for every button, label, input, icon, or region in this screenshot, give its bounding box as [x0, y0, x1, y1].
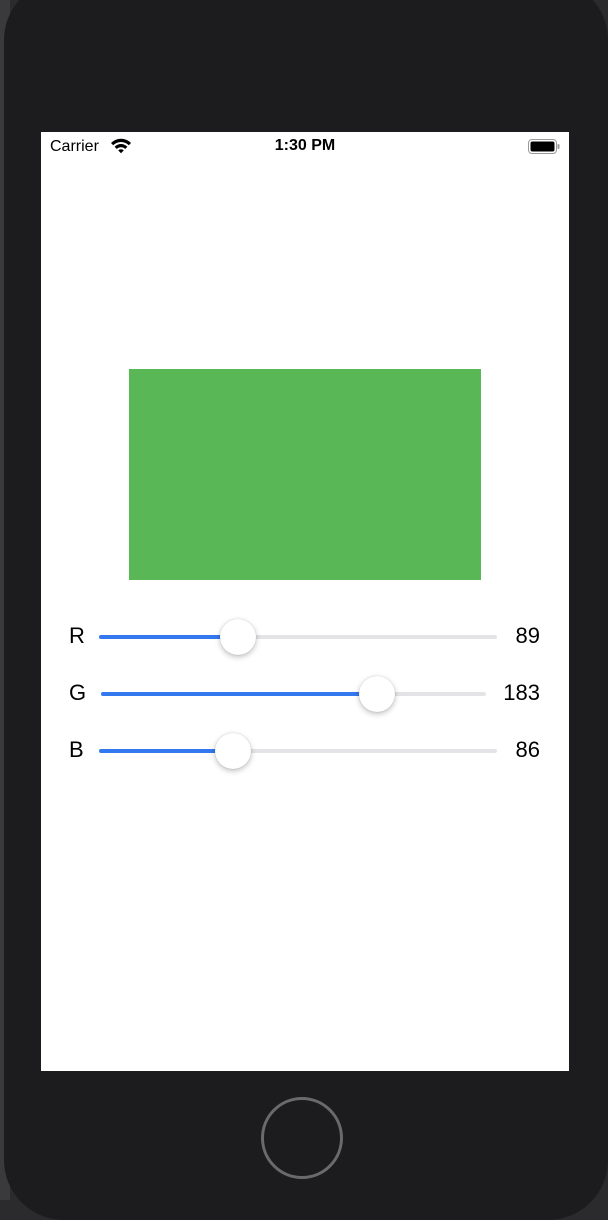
green-label: G	[69, 680, 87, 705]
green-slider-thumb[interactable]	[359, 676, 396, 712]
red-slider[interactable]	[99, 619, 497, 655]
color-preview	[129, 369, 481, 580]
blue-value: 86	[515, 737, 540, 762]
status-time: 1:30 PM	[274, 137, 336, 154]
battery-icon	[528, 139, 560, 154]
blue-slider-fill	[99, 749, 234, 753]
device-screen: Carrier 1:30 PM R 89 G 183 B 86	[41, 132, 569, 1071]
blue-slider-row: B 86	[41, 729, 569, 773]
blue-slider[interactable]	[99, 733, 497, 769]
red-slider-thumb[interactable]	[219, 619, 256, 655]
green-value: 183	[503, 680, 540, 705]
red-slider-fill	[99, 635, 238, 639]
red-slider-row: R 89	[41, 615, 569, 659]
green-slider-row: G 183	[41, 672, 569, 716]
status-bar: Carrier 1:30 PM	[41, 132, 569, 162]
green-slider[interactable]	[101, 676, 486, 712]
blue-label: B	[69, 737, 84, 762]
red-value: 89	[515, 623, 540, 648]
red-label: R	[69, 623, 85, 648]
green-slider-fill	[101, 692, 378, 696]
blue-slider-thumb[interactable]	[215, 733, 252, 769]
home-button-icon[interactable]	[261, 1097, 343, 1179]
